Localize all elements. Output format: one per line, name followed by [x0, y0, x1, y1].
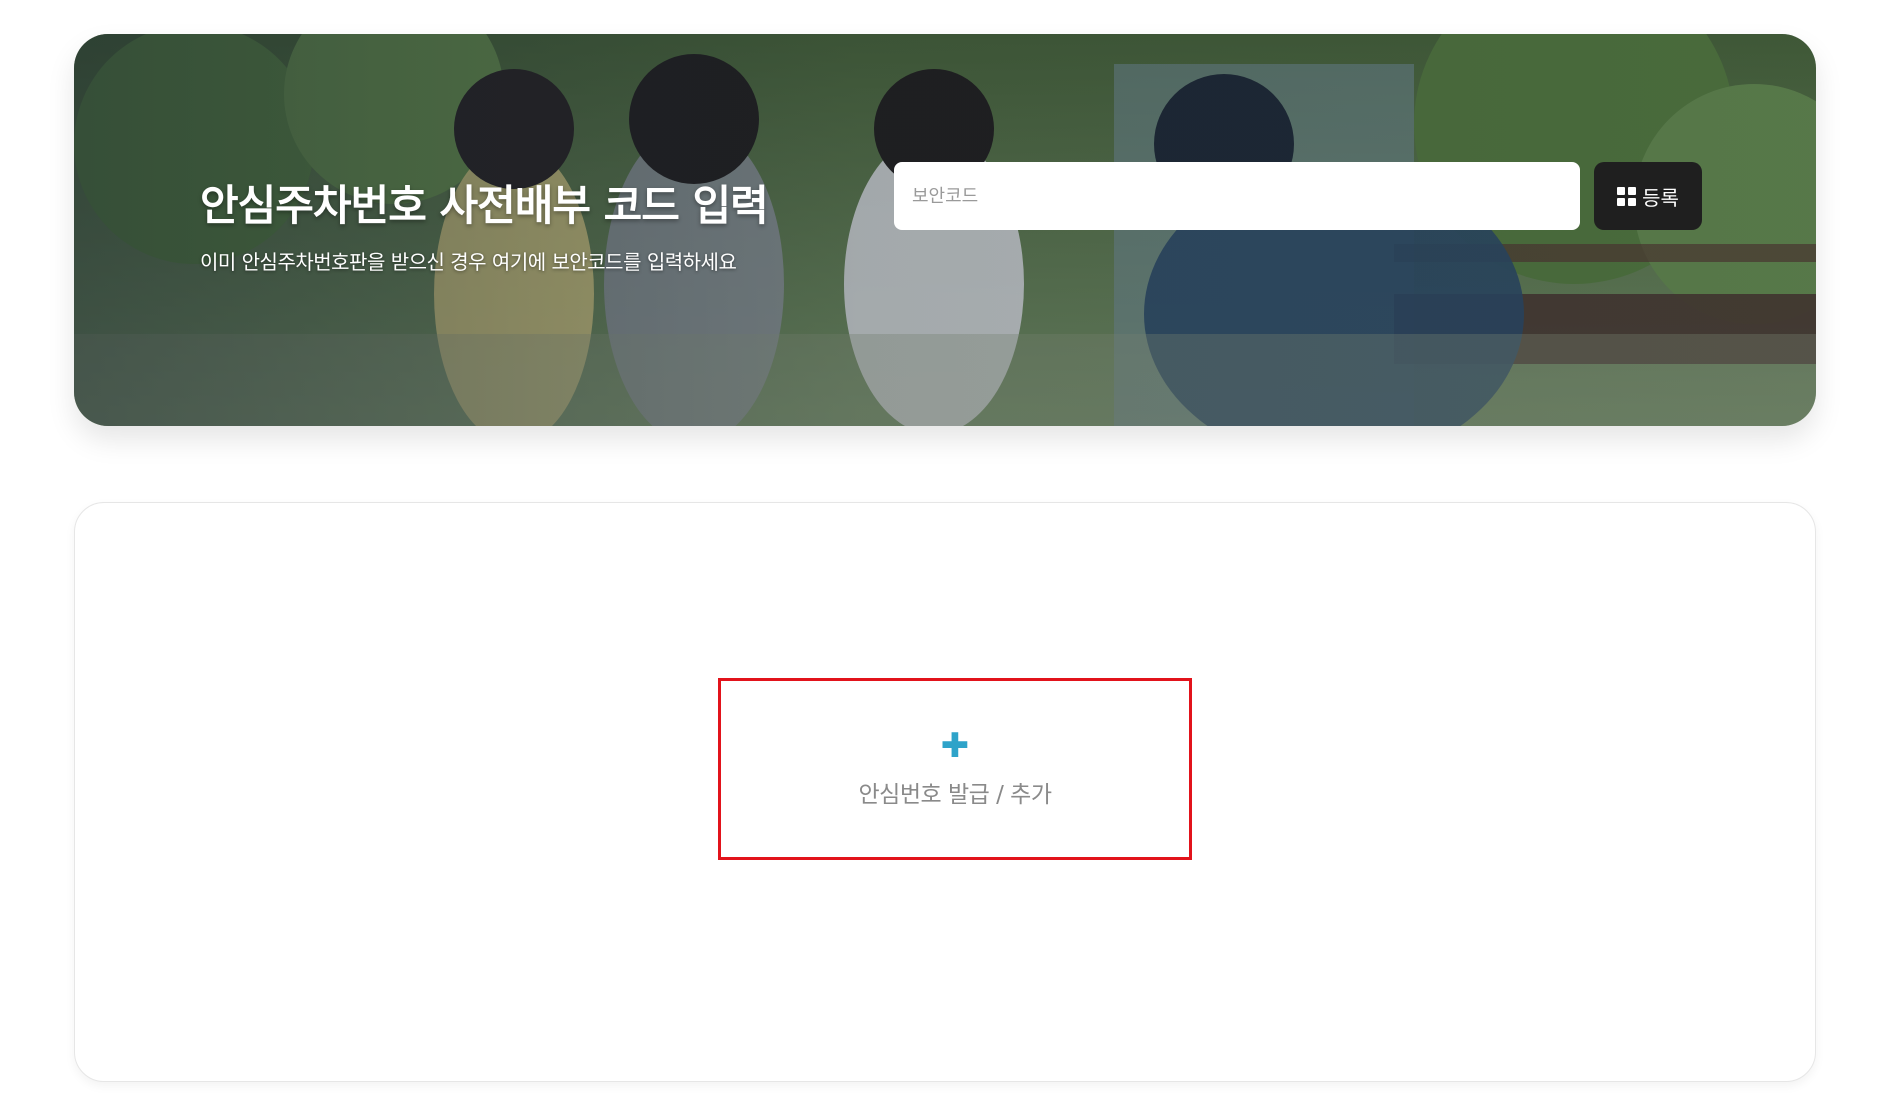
register-button[interactable]: 등록 — [1594, 162, 1702, 230]
add-safe-number-label: 안심번호 발급 / 추가 — [858, 782, 1052, 808]
register-button-label: 등록 — [1642, 185, 1679, 210]
security-code-input[interactable] — [894, 162, 1580, 230]
hero-subtitle: 이미 안심주차번호판을 받으신 경우 여기에 보안코드를 입력하세요 — [200, 250, 737, 274]
hero-title: 안심주차번호 사전배부 코드 입력 — [200, 181, 769, 230]
add-safe-number-button[interactable]: ✚ 안심번호 발급 / 추가 — [718, 678, 1192, 860]
grid-icon — [1617, 186, 1637, 206]
plus-icon: ✚ — [940, 726, 970, 766]
